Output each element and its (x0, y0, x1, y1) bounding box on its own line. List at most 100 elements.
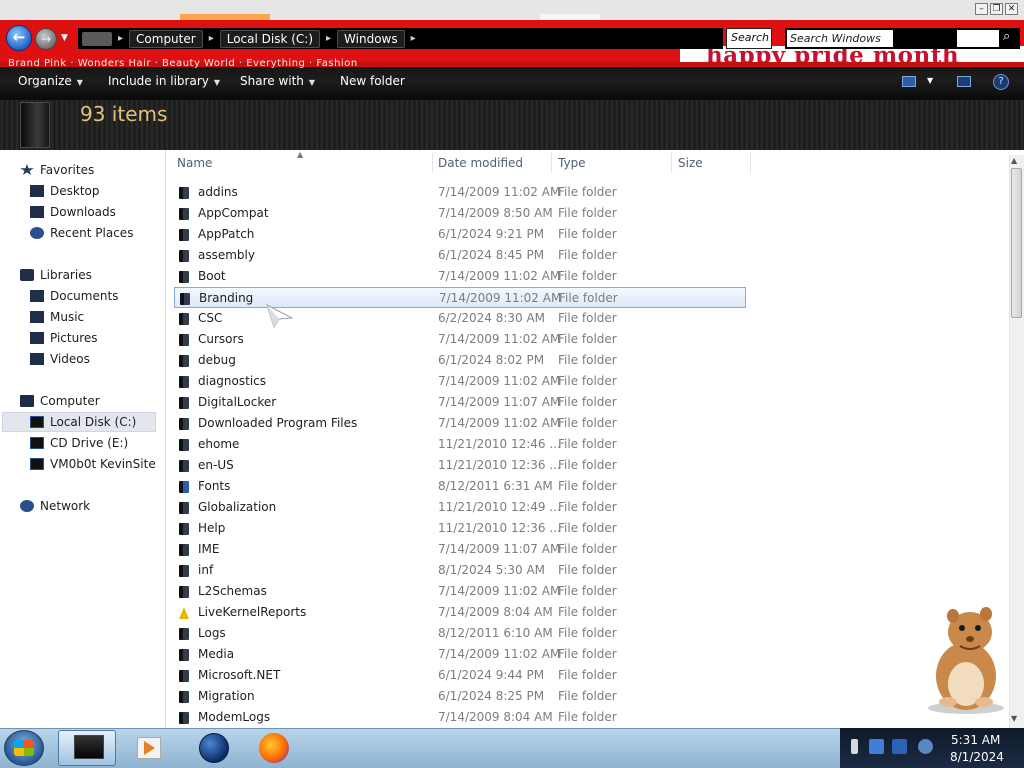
file-type: File folder (558, 563, 617, 577)
column-divider[interactable] (432, 153, 433, 173)
change-view-icon[interactable] (902, 76, 916, 87)
file-row[interactable]: ehome 11/21/2010 12:46 ... File folder (174, 434, 746, 455)
file-row[interactable]: ModemLogs 7/14/2009 8:04 AM File folder (174, 707, 746, 728)
nav-network-drive[interactable]: VM0b0t KevinSite (30, 454, 156, 474)
breadcrumb-computer[interactable]: Computer (129, 29, 203, 48)
new-folder-button[interactable]: New folder (340, 74, 405, 88)
file-row[interactable]: inf 8/1/2024 5:30 AM File folder (174, 560, 746, 581)
breadcrumb-windows[interactable]: Windows (337, 29, 405, 48)
nav-documents[interactable]: Documents (30, 286, 118, 306)
preview-pane-icon[interactable] (957, 76, 971, 87)
search-box[interactable]: ⌕ (785, 28, 1020, 49)
breadcrumb-separator[interactable]: ▸ (209, 33, 214, 44)
tray-expand-icon[interactable] (851, 739, 858, 754)
tray-network-icon[interactable] (869, 739, 884, 754)
search-field-stub[interactable]: Search C (726, 28, 772, 49)
file-date-modified: 7/14/2009 11:02 AM (438, 332, 561, 346)
view-options-dropdown[interactable]: ▼ (927, 76, 933, 85)
banner-ticker-text: Brand Pink · Wonders Hair · Beauty World… (8, 58, 358, 69)
file-type: File folder (558, 311, 617, 325)
column-header-name[interactable]: Name (177, 156, 212, 170)
file-row[interactable]: debug 6/1/2024 8:02 PM File folder (174, 350, 746, 371)
nav-desktop[interactable]: Desktop (30, 181, 100, 201)
file-row[interactable]: addins 7/14/2009 11:02 AM File folder (174, 182, 746, 203)
nav-music[interactable]: Music (30, 307, 84, 327)
file-row[interactable]: Globalization 11/21/2010 12:49 ... File fo… (174, 497, 746, 518)
videos-icon (30, 353, 44, 365)
column-header-type[interactable]: Type (558, 156, 586, 170)
nav-favorites[interactable]: Favorites (20, 160, 94, 180)
nav-recent-places[interactable]: Recent Places (30, 223, 133, 243)
organize-button[interactable]: Organize ▼ (18, 74, 83, 88)
search-input[interactable] (787, 30, 893, 47)
nav-libraries[interactable]: Libraries (20, 265, 92, 285)
file-row[interactable]: LiveKernelReports 7/14/2009 8:04 AM File f… (174, 602, 746, 623)
share-with-button[interactable]: Share with ▼ (240, 74, 315, 88)
file-row[interactable]: Branding 7/14/2009 11:02 AM File folder (174, 287, 746, 308)
column-divider[interactable] (671, 153, 672, 173)
file-name: Globalization (198, 500, 277, 514)
file-row[interactable]: L2Schemas 7/14/2009 11:02 AM File folder (174, 581, 746, 602)
nav-videos[interactable]: Videos (30, 349, 90, 369)
file-name: AppCompat (198, 206, 269, 220)
file-row[interactable]: Help 11/21/2010 12:36 ... File folder (174, 518, 746, 539)
help-icon[interactable]: ? (993, 74, 1009, 90)
breadcrumb-separator[interactable]: ▸ (411, 33, 416, 44)
breadcrumb-separator[interactable]: ▸ (326, 33, 331, 44)
nav-downloads[interactable]: Downloads (30, 202, 116, 222)
file-row[interactable]: diagnostics 7/14/2009 11:02 AM File folder (174, 371, 746, 392)
tray-volume-icon[interactable] (918, 739, 933, 754)
file-row[interactable]: assembly 6/1/2024 8:45 PM File folder (174, 245, 746, 266)
file-type: File folder (558, 542, 617, 556)
nav-network[interactable]: Network (20, 496, 90, 516)
folder-icon (179, 376, 189, 388)
file-row[interactable]: Microsoft.NET 6/1/2024 9:44 PM File folder (174, 665, 746, 686)
column-header-size[interactable]: Size (678, 156, 703, 170)
file-row[interactable]: CSC 6/2/2024 8:30 AM File folder (174, 308, 746, 329)
folder-icon (179, 565, 189, 577)
clock-time[interactable]: 5:31 AM (951, 733, 1000, 747)
file-row[interactable]: Boot 7/14/2009 11:02 AM File folder (174, 266, 746, 287)
column-divider[interactable] (551, 153, 552, 173)
file-name: ModemLogs (198, 710, 271, 724)
file-row[interactable]: Fonts 8/12/2011 6:31 AM File folder (174, 476, 746, 497)
forward-button[interactable]: → (35, 28, 57, 50)
minimize-button[interactable]: – (975, 3, 988, 15)
file-row[interactable]: en-US 11/21/2010 12:36 ... File folder (174, 455, 746, 476)
file-row[interactable]: AppPatch 6/1/2024 9:21 PM File folder (174, 224, 746, 245)
back-button[interactable]: ← (6, 25, 32, 51)
scrollbar-thumb[interactable] (1011, 168, 1022, 318)
file-row[interactable]: IME 7/14/2009 11:07 AM File folder (174, 539, 746, 560)
column-divider[interactable] (750, 153, 751, 173)
nav-computer[interactable]: Computer (20, 391, 100, 411)
file-row[interactable]: Media 7/14/2009 11:02 AM File folder (174, 644, 746, 665)
include-in-library-button[interactable]: Include in library ▼ (108, 74, 220, 88)
file-row[interactable]: Downloaded Program Files 7/14/2009 11:02 … (174, 413, 746, 434)
file-type: File folder (558, 353, 617, 367)
file-row[interactable]: AppCompat 7/14/2009 8:50 AM File folder (174, 203, 746, 224)
maximize-button[interactable]: ❐ (990, 3, 1003, 15)
address-bar[interactable]: ▸ Computer ▸ Local Disk (C:) ▸ Windows ▸ (78, 28, 723, 49)
hamster-mascot-icon (928, 607, 1004, 714)
nav-local-disk[interactable]: Local Disk (C:) (2, 412, 156, 432)
clock-date[interactable]: 8/1/2024 (950, 750, 1004, 764)
file-row[interactable]: DigitalLocker 7/14/2009 11:07 AM File fold… (174, 392, 746, 413)
file-row[interactable]: Cursors 7/14/2009 11:02 AM File folder (174, 329, 746, 350)
file-row[interactable]: Logs 8/12/2011 6:10 AM File folder (174, 623, 746, 644)
file-name: Boot (198, 269, 226, 283)
tray-monitor-icon[interactable] (892, 739, 907, 754)
file-type: File folder (558, 395, 617, 409)
breadcrumb-local-disk[interactable]: Local Disk (C:) (219, 29, 321, 48)
file-row[interactable]: Migration 6/1/2024 8:25 PM File folder (174, 686, 746, 707)
nav-pictures[interactable]: Pictures (30, 328, 98, 348)
search-icon[interactable]: ⌕ (1003, 29, 1010, 44)
breadcrumb-separator[interactable]: ▸ (118, 33, 123, 44)
file-type: File folder (558, 416, 617, 430)
folder-icon (179, 229, 189, 241)
scroll-up-arrow-icon[interactable]: ▲ (1011, 156, 1017, 165)
column-header-date-modified[interactable]: Date modified (438, 156, 523, 170)
nav-cd-drive[interactable]: CD Drive (E:) (30, 433, 128, 453)
close-button[interactable]: ✕ (1005, 3, 1018, 15)
folder-icon (180, 293, 190, 305)
recent-pages-dropdown[interactable]: ▼ (61, 33, 68, 43)
